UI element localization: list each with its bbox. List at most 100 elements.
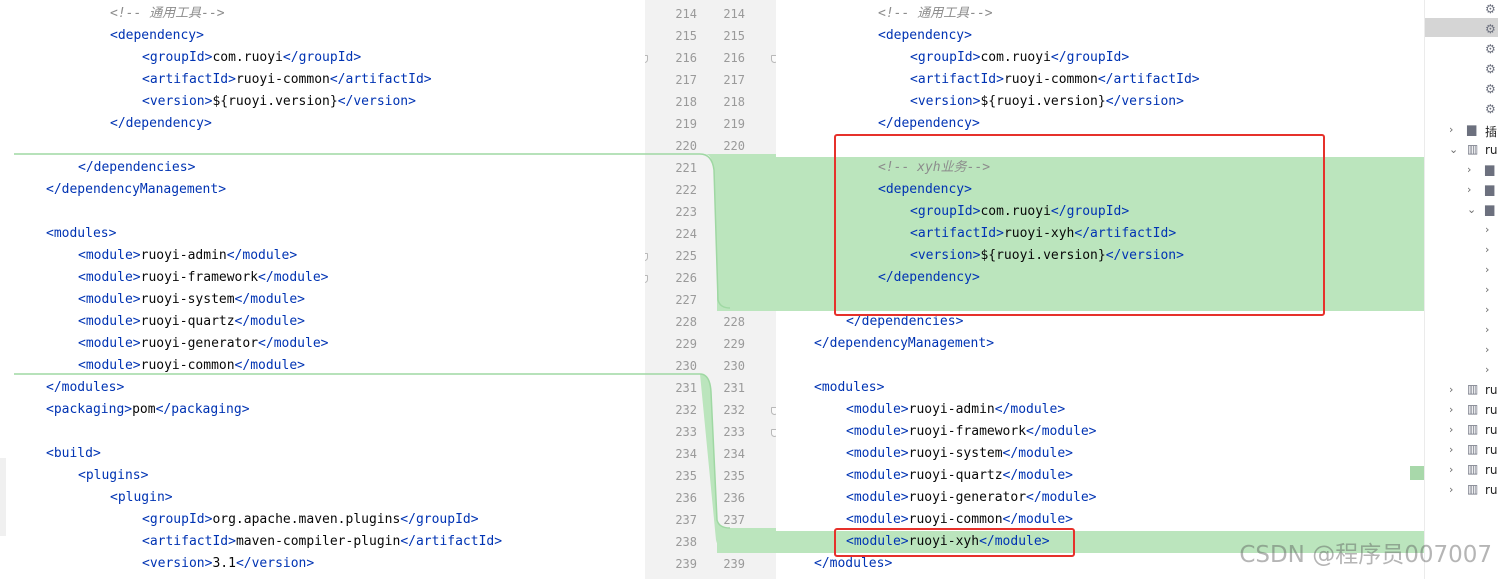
project-tree-panel[interactable]: ⚙ ⚙ ⚙ ⚙ ⚙ ⚙ › ▆ 插 ⌄ ▥ ru › ▆ › ▆ ⌄ ▆ › › › › › › › › › ▥ ru › ▥ ru › ▥ ru ›… xyxy=(1424,0,1498,579)
project-tree-row[interactable]: › ▥ ru xyxy=(1425,420,1498,440)
project-tree-row[interactable]: › ▆ xyxy=(1425,160,1498,180)
code-line[interactable]: <groupId>org.apache.maven.plugins</group… xyxy=(142,509,645,531)
xml-text: ruoyi-common xyxy=(235,72,330,87)
code-line[interactable]: <version>${ruoyi.version}</version> xyxy=(910,91,1424,113)
project-tree-row[interactable]: › ▥ ru xyxy=(1425,460,1498,480)
code-line[interactable]: <plugin> xyxy=(110,487,645,509)
chevron-right-icon[interactable]: › xyxy=(1485,303,1489,316)
project-tree-row[interactable]: › xyxy=(1425,340,1498,360)
project-tree-row[interactable]: › ▥ ru xyxy=(1425,480,1498,500)
code-line[interactable]: <artifactId>ruoyi-common</artifactId> xyxy=(910,69,1424,91)
code-line[interactable]: <module>ruoyi-quartz</module> xyxy=(846,465,1424,487)
project-tree-row[interactable]: › xyxy=(1425,300,1498,320)
project-tree-row[interactable]: › ▆ 插 xyxy=(1425,120,1498,140)
project-tree-row[interactable]: › xyxy=(1425,220,1498,240)
xml-tag-token: module xyxy=(853,424,901,439)
project-tree-row[interactable]: › ▥ ru xyxy=(1425,440,1498,460)
project-tree-row[interactable]: › xyxy=(1425,360,1498,380)
fold-toggle-icon[interactable] xyxy=(645,275,648,283)
code-line[interactable]: </modules> xyxy=(46,377,645,399)
chevron-right-icon[interactable]: › xyxy=(1467,183,1471,196)
xml-text: ruoyi-admin xyxy=(908,402,995,417)
module-icon: ▥ xyxy=(1467,422,1479,436)
code-line[interactable]: <module>ruoyi-generator</module> xyxy=(78,333,645,355)
right-line-number: 215 xyxy=(723,29,745,43)
code-line[interactable]: <module>ruoyi-common</module> xyxy=(78,355,645,377)
code-line[interactable]: <version>3.1</version> xyxy=(142,553,645,575)
chevron-right-icon[interactable]: › xyxy=(1485,363,1489,376)
code-line[interactable]: <module>ruoyi-admin</module> xyxy=(846,399,1424,421)
project-tree-row[interactable]: ⌄ ▆ xyxy=(1425,200,1498,220)
code-line[interactable]: </dependencies> xyxy=(78,157,645,179)
chevron-right-icon[interactable]: › xyxy=(1485,263,1489,276)
code-line[interactable]: <module>ruoyi-system</module> xyxy=(846,443,1424,465)
project-tree-row[interactable]: ⚙ xyxy=(1425,0,1498,20)
project-tree-row[interactable]: ⚙ xyxy=(1425,60,1498,80)
project-tree-row[interactable]: › xyxy=(1425,280,1498,300)
chevron-right-icon[interactable]: › xyxy=(1449,483,1453,496)
chevron-right-icon[interactable]: › xyxy=(1449,383,1453,396)
code-line[interactable]: </dependency> xyxy=(878,113,1424,135)
chevron-right-icon[interactable]: › xyxy=(1467,163,1471,176)
code-line[interactable] xyxy=(814,355,1424,377)
project-tree-row[interactable]: › xyxy=(1425,260,1498,280)
xml-tag-token: module xyxy=(1041,424,1089,439)
chevron-down-icon[interactable]: ⌄ xyxy=(1449,143,1458,156)
chevron-right-icon[interactable]: › xyxy=(1485,343,1489,356)
code-line[interactable]: <modules> xyxy=(46,223,645,245)
chevron-right-icon[interactable]: › xyxy=(1449,423,1453,436)
code-line[interactable] xyxy=(46,201,645,223)
project-tree-row[interactable]: ⚙ xyxy=(1425,80,1498,100)
code-line[interactable]: <module>ruoyi-framework</module> xyxy=(78,267,645,289)
code-line[interactable]: <!-- 通用工具--> xyxy=(878,3,1424,25)
code-line[interactable]: <dependency> xyxy=(878,25,1424,47)
code-line[interactable]: <artifactId>ruoyi-common</artifactId> xyxy=(142,69,645,91)
code-line[interactable]: <version>${ruoyi.version}</version> xyxy=(142,91,645,113)
chevron-right-icon[interactable]: › xyxy=(1449,403,1453,416)
left-line-number: 233 xyxy=(675,425,697,439)
project-tree-row[interactable]: ⚙ xyxy=(1425,40,1498,60)
project-tree-row[interactable]: › ▆ xyxy=(1425,180,1498,200)
project-tree-row[interactable]: › ▥ ru xyxy=(1425,380,1498,400)
code-line[interactable]: <module>ruoyi-system</module> xyxy=(78,289,645,311)
code-line[interactable]: <groupId>com.ruoyi</groupId> xyxy=(910,47,1424,69)
code-line[interactable]: <dependency> xyxy=(110,25,645,47)
code-line[interactable]: </dependencyManagement> xyxy=(46,179,645,201)
scrollbar-marker[interactable] xyxy=(1410,466,1424,480)
code-line[interactable]: <modules> xyxy=(814,377,1424,399)
code-line[interactable]: </dependencyManagement> xyxy=(814,333,1424,355)
code-line[interactable]: <build> xyxy=(46,443,645,465)
left-editor-pane[interactable]: <!-- 通用工具--> <dependency> <groupId>com.ruo… xyxy=(0,0,645,579)
code-line[interactable]: <module>ruoyi-quartz</module> xyxy=(78,311,645,333)
code-line[interactable]: <module>ruoyi-admin</module> xyxy=(78,245,645,267)
xml-tag-token: > xyxy=(1191,72,1200,87)
chevron-right-icon[interactable]: › xyxy=(1449,463,1453,476)
project-tree-row[interactable]: › ▥ ru xyxy=(1425,400,1498,420)
code-line[interactable]: <artifactId>maven-compiler-plugin</artif… xyxy=(142,531,645,553)
code-line[interactable]: <!-- 通用工具--> xyxy=(110,3,645,25)
project-tree-row[interactable]: ⚙ xyxy=(1425,100,1498,120)
chevron-right-icon[interactable]: › xyxy=(1485,283,1489,296)
project-tree-row[interactable]: › xyxy=(1425,240,1498,260)
code-line[interactable] xyxy=(46,421,645,443)
chevron-down-icon[interactable]: ⌄ xyxy=(1467,203,1476,216)
left-line-number: 219 xyxy=(675,117,697,131)
code-line[interactable]: <plugins> xyxy=(78,465,645,487)
code-line[interactable]: </dependency> xyxy=(110,113,645,135)
code-line[interactable] xyxy=(46,135,645,157)
code-line[interactable]: <module>ruoyi-generator</module> xyxy=(846,487,1424,509)
code-line[interactable]: <groupId>com.ruoyi</groupId> xyxy=(142,47,645,69)
project-tree-row[interactable]: ⌄ ▥ ru xyxy=(1425,140,1498,160)
project-tree-row[interactable]: › xyxy=(1425,320,1498,340)
fold-toggle-icon[interactable] xyxy=(645,55,648,63)
fold-toggle-icon[interactable] xyxy=(645,253,648,261)
project-tree-row[interactable]: ⚙ xyxy=(1425,20,1498,40)
chevron-right-icon[interactable]: › xyxy=(1485,323,1489,336)
chevron-right-icon[interactable]: › xyxy=(1449,123,1453,136)
code-line[interactable]: <packaging>pom</packaging> xyxy=(46,399,645,421)
chevron-right-icon[interactable]: › xyxy=(1449,443,1453,456)
code-line[interactable]: <module>ruoyi-framework</module> xyxy=(846,421,1424,443)
chevron-right-icon[interactable]: › xyxy=(1485,223,1489,236)
left-line-number: 214 xyxy=(675,7,697,21)
chevron-right-icon[interactable]: › xyxy=(1485,243,1489,256)
